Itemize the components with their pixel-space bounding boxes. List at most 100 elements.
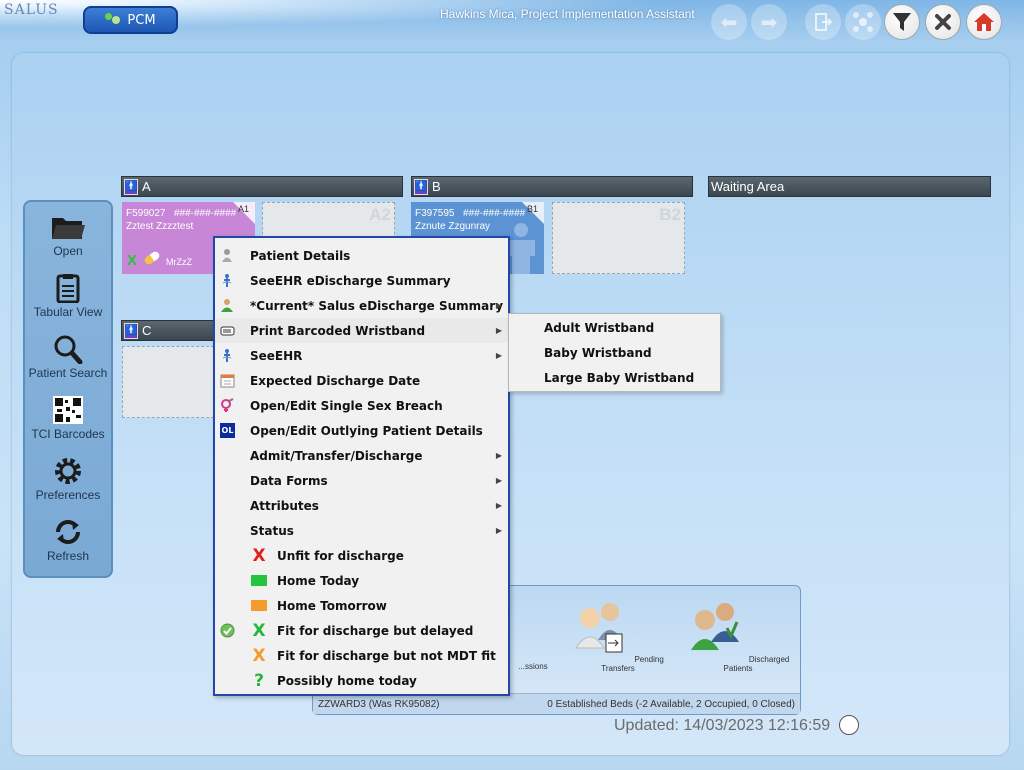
- orange-x-icon: X: [252, 645, 266, 666]
- sidebar-item-tabular-view[interactable]: Tabular View: [25, 267, 111, 328]
- menu-item-label: Admit/Transfer/Discharge: [250, 448, 423, 463]
- sidebar-item-preferences[interactable]: Preferences: [25, 450, 111, 511]
- sidebar-item-open[interactable]: Open: [25, 206, 111, 267]
- salus-logo: SALUS: [4, 2, 58, 24]
- bay-b-header[interactable]: 🚹 B: [411, 176, 693, 197]
- menu-item-possibly-home-today[interactable]: ? Possibly home today: [215, 668, 508, 693]
- green-square-icon: [251, 575, 267, 586]
- menu-item-outlying-patient-details[interactable]: OL Open/Edit Outlying Patient Details: [215, 418, 508, 443]
- bed-number: B2: [659, 205, 681, 224]
- pending-transfers-icon: [575, 603, 623, 653]
- people-icon: [105, 13, 121, 27]
- submenu-arrow-icon: ▶: [495, 326, 502, 335]
- close-button[interactable]: [925, 4, 961, 40]
- patient-id: F599027: [126, 208, 166, 219]
- menu-item-label: Data Forms: [250, 473, 328, 488]
- sidebar-item-tci-barcodes[interactable]: TCI Barcodes: [25, 389, 111, 450]
- bay-a-header[interactable]: 🚹 A: [121, 176, 403, 197]
- bed-c1[interactable]: [122, 346, 214, 418]
- back-button[interactable]: ⬅: [711, 4, 747, 40]
- menu-item-single-sex-breach[interactable]: Open/Edit Single Sex Breach: [215, 393, 508, 418]
- bed-b2[interactable]: B2: [552, 202, 685, 274]
- refresh-icon: [56, 520, 80, 544]
- submenu-arrow-icon: ▶: [495, 526, 502, 535]
- sidebar-item-patient-search[interactable]: Patient Search: [25, 328, 111, 389]
- submenu-arrow-icon: ▶: [495, 301, 502, 310]
- admissions-icon: [503, 600, 563, 656]
- network-button[interactable]: [845, 4, 881, 40]
- patient-id-row: F599027 ###-###-####: [126, 208, 236, 219]
- arrow-left-icon: ⬅: [720, 10, 738, 34]
- pending-transfers-tile[interactable]: Pending Transfers: [563, 600, 673, 673]
- ward-status-bar: ZZWARD3 (Was RK95082) 0 Established Beds…: [313, 693, 800, 714]
- top-bar: SALUS PCM Hawkins Mica, Project Implemen…: [0, 0, 1024, 44]
- wristband-icon: [220, 326, 235, 336]
- arrow-right-icon: ➡: [760, 10, 778, 34]
- bay-person-icon: 🚹: [414, 178, 428, 195]
- menu-item-data-forms[interactable]: Data Forms ▶: [215, 468, 508, 493]
- outlier-icon: OL: [220, 423, 235, 438]
- network-icon: [853, 12, 873, 32]
- auto-refresh-indicator[interactable]: [839, 715, 859, 735]
- menu-item-attributes[interactable]: Attributes ▶: [215, 493, 508, 518]
- forward-button[interactable]: ➡: [751, 4, 787, 40]
- menu-item-fit-but-delayed[interactable]: X Fit for discharge but delayed: [215, 618, 508, 643]
- wristband-submenu: Adult Wristband Baby Wristband Large Bab…: [508, 313, 721, 392]
- menu-item-seeehr-edischarge[interactable]: SeeEHR eDischarge Summary: [215, 268, 508, 293]
- exit-button[interactable]: [805, 4, 841, 40]
- sidebar-item-label: Refresh: [46, 549, 90, 563]
- submenu-item-adult-wristband[interactable]: Adult Wristband: [544, 321, 654, 335]
- patient-context-menu: Patient Details SeeEHR eDischarge Summar…: [213, 236, 510, 696]
- menu-item-home-tomorrow[interactable]: Home Tomorrow: [215, 593, 508, 618]
- patient-name: Zztest Zzzztest: [126, 221, 194, 232]
- menu-item-current-salus-edischarge[interactable]: *Current* Salus eDischarge Summary ▶: [215, 293, 508, 318]
- sidebar-item-label: Patient Search: [28, 366, 108, 380]
- menu-item-admit-transfer-discharge[interactable]: Admit/Transfer/Discharge ▶: [215, 443, 508, 468]
- waiting-area-header[interactable]: Waiting Area: [708, 176, 991, 197]
- bed-number: B1: [526, 204, 538, 214]
- bay-person-icon: 🚹: [124, 322, 138, 339]
- gender-icon: [221, 398, 234, 412]
- person-icon: [222, 249, 232, 262]
- menu-item-label: Fit for discharge but delayed: [277, 623, 474, 638]
- pcm-button-label: PCM: [127, 12, 156, 28]
- sidebar-item-label: Open: [53, 244, 83, 258]
- menu-item-fit-not-mdt-fit[interactable]: X Fit for discharge but not MDT fit: [215, 643, 508, 668]
- calendar-icon: [220, 374, 235, 388]
- submenu-item-large-baby-wristband[interactable]: Large Baby Wristband: [544, 371, 694, 385]
- checked-icon: [220, 623, 235, 638]
- beds-summary: 0 Established Beds (-2 Available, 2 Occu…: [547, 698, 795, 710]
- menu-item-label: Possibly home today: [277, 673, 417, 688]
- nhs-number: ###-###-####: [173, 208, 237, 219]
- menu-item-label: Open/Edit Single Sex Breach: [250, 398, 443, 413]
- menu-item-patient-details[interactable]: Patient Details: [215, 243, 508, 268]
- menu-item-label: SeeEHR eDischarge Summary: [250, 273, 451, 288]
- discharged-patients-tile[interactable]: Discharged Patients: [683, 600, 793, 673]
- ehr-icon: [222, 349, 232, 362]
- orange-square-icon: [251, 600, 267, 611]
- menu-item-home-today[interactable]: Home Today: [215, 568, 508, 593]
- menu-item-seeehr[interactable]: SeeEHR ▶: [215, 343, 508, 368]
- menu-item-unfit-for-discharge[interactable]: X Unfit for discharge: [215, 543, 508, 568]
- menu-item-status[interactable]: Status ▶: [215, 518, 508, 543]
- patient-id: F397595: [415, 208, 455, 219]
- menu-item-print-barcoded-wristband[interactable]: Print Barcoded Wristband ▶: [215, 318, 508, 343]
- sidebar: Open Tabular View Patient Search TCI Bar…: [23, 200, 113, 578]
- funnel-icon: [893, 13, 911, 31]
- bay-c-header[interactable]: 🚹 C: [121, 320, 215, 341]
- home-button[interactable]: [966, 4, 1002, 40]
- menu-item-label: Patient Details: [250, 248, 351, 263]
- logo-text: SALUS: [4, 2, 59, 18]
- menu-item-label: Home Tomorrow: [277, 598, 387, 613]
- submenu-item-baby-wristband[interactable]: Baby Wristband: [544, 346, 652, 360]
- qr-code-icon: [53, 396, 83, 424]
- filter-button[interactable]: [884, 4, 920, 40]
- sidebar-item-refresh[interactable]: Refresh: [25, 511, 111, 572]
- submenu-arrow-icon: ▶: [495, 476, 502, 485]
- menu-item-expected-discharge-date[interactable]: Expected Discharge Date: [215, 368, 508, 393]
- outlier-icon-text: OL: [221, 426, 234, 435]
- tile-label: ...ssions: [518, 662, 548, 671]
- pcm-module-button[interactable]: PCM: [83, 6, 178, 34]
- bay-b-label: B: [432, 179, 441, 194]
- patient-name: Zznute Zzgunray: [415, 221, 491, 232]
